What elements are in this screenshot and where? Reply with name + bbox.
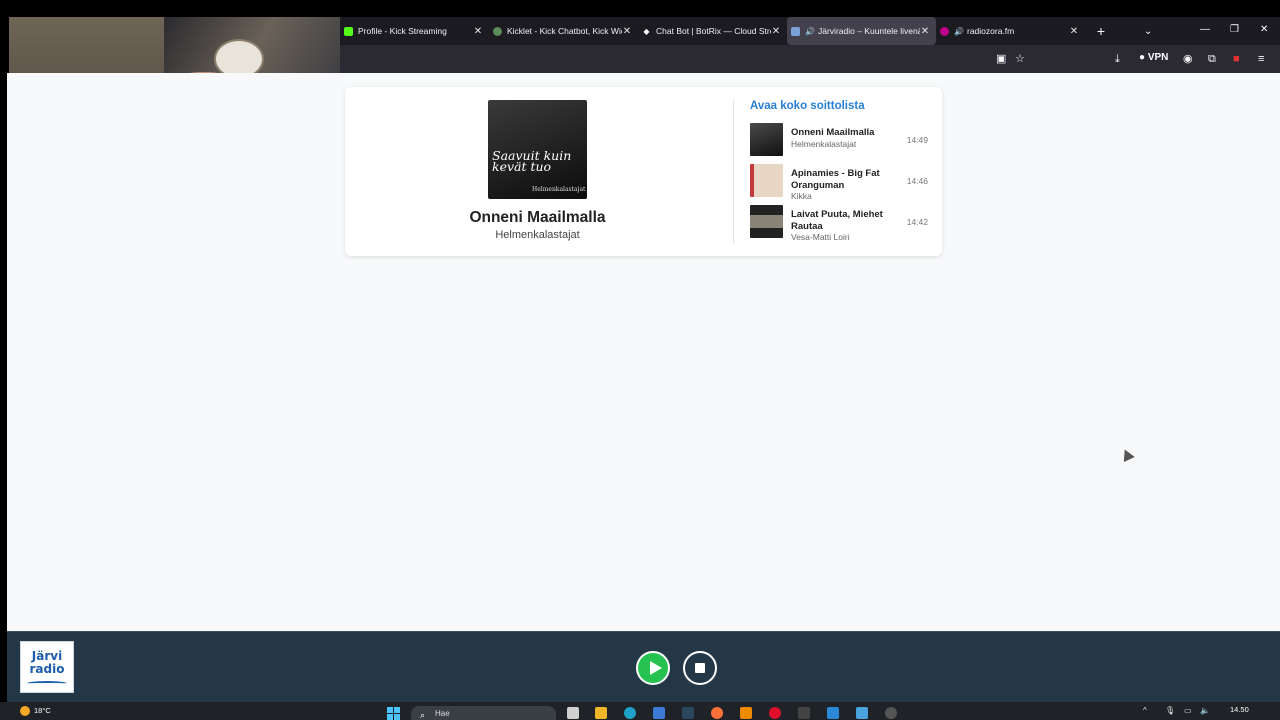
edge-icon[interactable]: [624, 707, 636, 719]
cover-artist: Helmenkalastajat: [532, 186, 586, 193]
new-tab-plus-icon[interactable]: +: [1091, 23, 1111, 39]
microphone-icon[interactable]: 🎙: [1165, 706, 1175, 715]
file-explorer-icon[interactable]: [595, 707, 607, 719]
track-title: Apinamies - Big Fat Oranguman Kikka: [791, 168, 891, 203]
close-icon[interactable]: ✕: [771, 26, 781, 37]
browser-toolbar: ▣ ☆ ⤓ ● VPN ◉ ⧉ ■ ≡: [340, 45, 1280, 73]
taskbar: 18°C ⌕ Hae ^ 🎙 ▭ 🔈 14.50: [0, 702, 1280, 720]
app-icon[interactable]: [827, 707, 839, 719]
windows-start-icon[interactable]: [387, 707, 401, 720]
track-thumbnail: [750, 205, 783, 238]
task-view-icon[interactable]: [567, 707, 579, 719]
terminal-icon[interactable]: [798, 707, 810, 719]
album-cover: Saavuit kuin kevät tuo Helmenkalastajat: [488, 100, 587, 199]
vlc-icon[interactable]: [740, 707, 752, 719]
radiozora-icon: [940, 26, 949, 36]
addon-icon[interactable]: ■: [1233, 52, 1240, 66]
cover-text: Saavuit kuin kevät tuo: [492, 148, 572, 174]
jarviradio-icon: [791, 26, 800, 36]
list-item[interactable]: Onneni Maailmalla Helmenkalastajat 14:49: [750, 123, 930, 164]
kicklet-icon: [493, 26, 502, 36]
list-item[interactable]: Laivat Puuta, Miehet Rautaa Vesa-Matti Lo…: [750, 205, 930, 246]
player-bar: Järvi radio: [7, 631, 1280, 702]
tab-kicklet[interactable]: Kicklet - Kick Chatbot, Kick Widg ✕: [489, 17, 638, 45]
window-close-icon[interactable]: ✕: [1260, 24, 1268, 35]
open-playlist-link[interactable]: Avaa koko soittolista: [750, 100, 865, 112]
tab-radiozora[interactable]: 🔊 radiozora.fm ✕: [936, 17, 1085, 45]
now-playing-artist: Helmenkalastajat: [495, 229, 580, 241]
account-icon[interactable]: ◉: [1183, 52, 1193, 66]
restore-icon[interactable]: ❐: [1230, 24, 1239, 35]
recent-tracks-list: Onneni Maailmalla Helmenkalastajat 14:49 …: [750, 123, 930, 246]
web-page: Saavuit kuin kevät tuo Helmenkalastajat …: [7, 73, 1280, 631]
track-time: 14:46: [906, 176, 928, 186]
tab-bar: Profile - Kick Streaming ✕ Kicklet - Kic…: [340, 17, 1280, 45]
search-placeholder: Hae: [435, 709, 450, 718]
chevron-up-icon[interactable]: ^: [1143, 706, 1147, 715]
weather-widget[interactable]: 18°C: [20, 706, 51, 717]
tab-botrix[interactable]: ◆ Chat Bot | BotRix — Cloud Strea ✕: [638, 17, 787, 45]
tab-title: Kicklet - Kick Chatbot, Kick Widg: [507, 26, 622, 36]
store-icon[interactable]: [653, 707, 665, 719]
volume-icon[interactable]: 🔈: [1200, 706, 1210, 715]
tab-title: Järviradio – Kuuntele livenä: [818, 26, 920, 36]
track-thumbnail: [750, 164, 783, 197]
close-icon[interactable]: ✕: [473, 26, 483, 37]
steam-icon[interactable]: [682, 707, 694, 719]
track-artist: Vesa-Matti Loiri: [791, 232, 850, 242]
list-item[interactable]: Apinamies - Big Fat Oranguman Kikka 14:46: [750, 164, 930, 205]
extensions-icon[interactable]: ⧉: [1208, 52, 1216, 66]
close-icon[interactable]: ✕: [920, 26, 930, 37]
play-button[interactable]: [636, 651, 670, 685]
speaker-icon: 🔊: [954, 26, 964, 36]
network-icon[interactable]: ▭: [1184, 706, 1192, 715]
track-artist: Kikka: [791, 191, 812, 201]
jarviradio-logo[interactable]: Järvi radio: [20, 641, 74, 693]
divider: [733, 99, 734, 244]
search-icon: ⌕: [420, 710, 426, 720]
track-time: 14:42: [906, 217, 928, 227]
chevron-down-icon[interactable]: ⌄: [1144, 26, 1152, 37]
opera-icon[interactable]: [769, 707, 781, 719]
track-time: 14:49: [906, 135, 928, 145]
close-icon[interactable]: ✕: [1069, 26, 1079, 37]
tab-title: Profile - Kick Streaming: [358, 26, 447, 36]
track-title: Laivat Puuta, Miehet Rautaa Vesa-Matti Lo…: [791, 209, 891, 244]
app-icon[interactable]: [856, 707, 868, 719]
vpn-dot-icon: ●: [1139, 52, 1146, 63]
logo-text: Järvi radio: [29, 649, 65, 676]
taskbar-search[interactable]: ⌕ Hae: [411, 706, 556, 720]
now-playing-title: Onneni Maailmalla: [469, 209, 606, 226]
close-icon[interactable]: ✕: [622, 26, 632, 37]
download-icon[interactable]: ⤓: [1115, 52, 1120, 66]
clock[interactable]: 14.50: [1230, 705, 1249, 714]
temperature: 18°C: [34, 706, 51, 715]
weather-sun-icon: [20, 706, 30, 717]
track-artist: Helmenkalastajat: [791, 138, 857, 149]
tab-title: radiozora.fm: [967, 26, 1015, 36]
vpn-label: VPN: [1147, 52, 1169, 63]
tab-jarviradio[interactable]: 🔊 Järviradio – Kuuntele livenä ✕: [787, 17, 936, 45]
stop-button[interactable]: [683, 651, 717, 685]
reader-view-icon[interactable]: ▣: [996, 52, 1006, 66]
menu-icon[interactable]: ≡: [1258, 52, 1264, 66]
track-thumbnail: [750, 123, 783, 156]
tab-kick-profile[interactable]: Profile - Kick Streaming ✕: [340, 17, 489, 45]
kick-icon: [344, 26, 353, 36]
speaker-icon: 🔊: [805, 26, 815, 36]
now-playing-card: Saavuit kuin kevät tuo Helmenkalastajat …: [345, 87, 942, 256]
bookmark-star-icon[interactable]: ☆: [1015, 52, 1025, 66]
firefox-icon[interactable]: [711, 707, 723, 719]
tab-title: Chat Bot | BotRix — Cloud Strea: [656, 26, 771, 36]
track-title: Onneni Maailmalla Helmenkalastajat: [791, 127, 891, 150]
minimize-icon[interactable]: —: [1200, 24, 1210, 35]
botrix-icon: ◆: [643, 26, 650, 36]
wave-icon: [27, 681, 67, 686]
obs-icon[interactable]: [885, 707, 897, 719]
screen: Profile - Kick Streaming ✕ Kicklet - Kic…: [0, 0, 1280, 720]
vpn-button[interactable]: ● VPN: [1139, 52, 1168, 63]
